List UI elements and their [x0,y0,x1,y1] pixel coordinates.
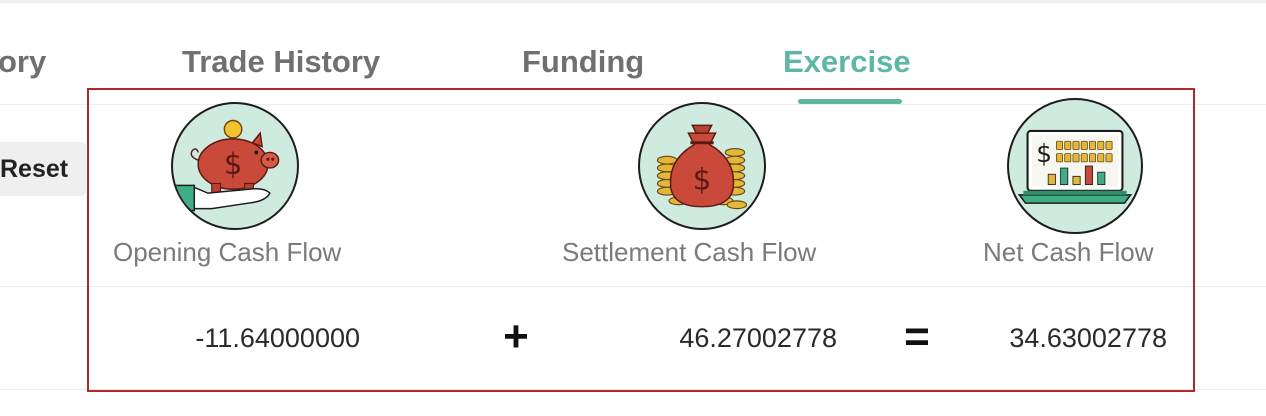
exercise-panel: ory Trade History Funding Exercise Reset [0,0,1266,416]
tab-history-partial[interactable]: ory [0,42,46,82]
reset-button[interactable]: Reset [0,142,86,196]
tab-trade-history[interactable]: Trade History [182,42,380,82]
top-border [0,0,1266,3]
tab-exercise[interactable]: Exercise [783,42,911,82]
highlight-box [87,88,1195,392]
tab-funding[interactable]: Funding [522,42,644,82]
